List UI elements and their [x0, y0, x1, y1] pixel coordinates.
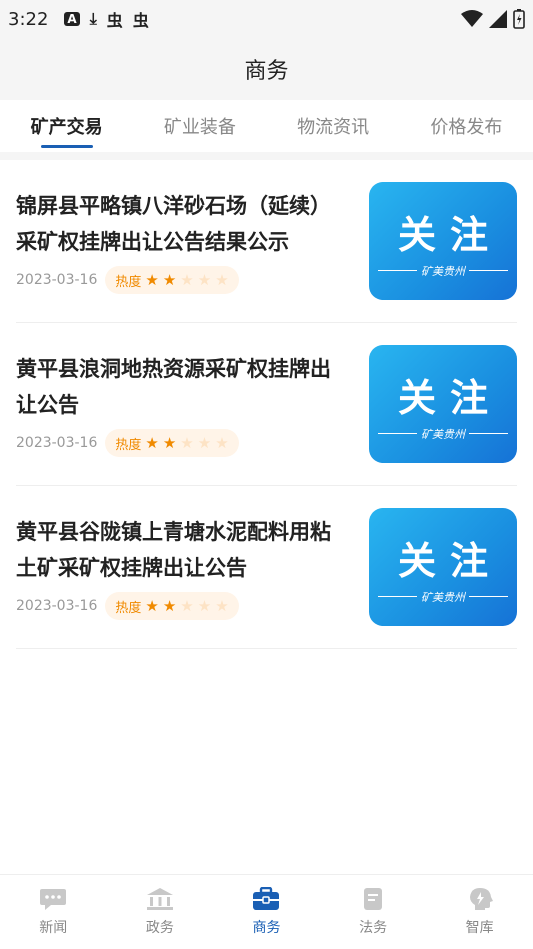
star-empty-icon: ★: [197, 433, 212, 452]
item-title-line: 土矿采矿权挂牌出让公告: [16, 556, 247, 580]
item-date: 2023-03-16: [16, 598, 98, 614]
divider: [469, 270, 508, 271]
thumbnail-logo-text: 关注: [397, 538, 502, 583]
document-icon: [359, 887, 387, 911]
item-thumbnail: 关注 矿美贵州: [369, 508, 517, 626]
tab-label: 价格发布: [430, 117, 503, 138]
tab-label: 物流资讯: [297, 117, 370, 138]
download-icon: ⤓: [89, 9, 97, 28]
bug-icon: 虫: [106, 11, 123, 30]
briefcase-icon: [252, 887, 280, 911]
divider: [378, 596, 417, 597]
status-bar: 3:22 A ⤓ 虫 虫: [0, 0, 533, 38]
item-meta: 2023-03-16 热度 ★ ★ ★ ★ ★: [16, 592, 355, 620]
item-title-line: 黄平县浪洞地热资源采矿权挂牌出: [16, 357, 331, 381]
page-header: 商务: [0, 38, 533, 100]
heat-label: 热度: [115, 600, 142, 616]
tab-mining-equipment[interactable]: 矿业装备: [133, 100, 266, 152]
item-meta: 2023-03-16 热度 ★ ★ ★ ★ ★: [16, 266, 355, 294]
wifi-icon: [461, 10, 483, 27]
star-empty-icon: ★: [197, 270, 212, 289]
tab-label: 矿业装备: [163, 117, 236, 138]
nav-item-business[interactable]: 商务: [213, 875, 320, 949]
star-filled-icon: ★: [145, 270, 159, 289]
item-title-line: 采矿权挂牌出让公告结果公示: [16, 230, 289, 254]
nav-label: 法务: [359, 920, 388, 936]
bottom-nav: 新闻 政务 商务 法务 智库: [0, 874, 533, 949]
status-notification-icons: A ⤓ 虫 虫: [64, 7, 149, 31]
item-text-area: 锦屏县平略镇八洋砂石场（延续） 采矿权挂牌出让公告结果公示 2023-03-16…: [16, 188, 369, 294]
divider: [469, 596, 508, 597]
nav-label: 新闻: [39, 920, 68, 936]
divider: [469, 433, 508, 434]
thumbnail-sub-text: 矿美贵州: [421, 264, 465, 278]
app-notification-icon: A: [64, 12, 80, 26]
nav-item-news[interactable]: 新闻: [0, 875, 107, 949]
star-filled-icon: ★: [162, 433, 177, 452]
signal-icon: [489, 10, 507, 28]
list-item[interactable]: 黄平县谷陇镇上青塘水泥配料用粘 土矿采矿权挂牌出让公告 2023-03-16 热…: [16, 486, 517, 649]
thumbnail-sub-row: 矿美贵州: [378, 263, 508, 279]
item-thumbnail: 关注 矿美贵州: [369, 345, 517, 463]
status-system-icons: [461, 9, 525, 29]
heat-badge: 热度 ★ ★ ★ ★ ★: [105, 592, 239, 620]
bug-icon: 虫: [132, 11, 149, 30]
item-title: 黄平县谷陇镇上青塘水泥配料用粘 土矿采矿权挂牌出让公告: [16, 514, 355, 586]
item-title: 锦屏县平略镇八洋砂石场（延续） 采矿权挂牌出让公告结果公示: [16, 188, 355, 260]
tab-mineral-trading[interactable]: 矿产交易: [0, 100, 133, 152]
thumbnail-sub-text: 矿美贵州: [421, 590, 465, 604]
heat-label: 热度: [115, 437, 142, 453]
news-list: 锦屏县平略镇八洋砂石场（延续） 采矿权挂牌出让公告结果公示 2023-03-16…: [0, 160, 533, 874]
status-time: 3:22: [8, 8, 49, 30]
item-date: 2023-03-16: [16, 272, 98, 288]
item-date: 2023-03-16: [16, 435, 98, 451]
star-empty-icon: ★: [180, 596, 194, 615]
star-filled-icon: ★: [162, 270, 177, 289]
item-meta: 2023-03-16 热度 ★ ★ ★ ★ ★: [16, 429, 355, 457]
chat-icon: [39, 887, 67, 911]
star-empty-icon: ★: [215, 433, 229, 452]
thumbnail-logo-text: 关注: [397, 212, 502, 257]
item-title-line: 黄平县谷陇镇上青塘水泥配料用粘: [16, 520, 331, 544]
item-title-line: 锦屏县平略镇八洋砂石场（延续）: [16, 194, 331, 218]
brain-icon: [466, 887, 494, 911]
star-empty-icon: ★: [180, 433, 194, 452]
star-filled-icon: ★: [145, 433, 159, 452]
list-item[interactable]: 锦屏县平略镇八洋砂石场（延续） 采矿权挂牌出让公告结果公示 2023-03-16…: [16, 160, 517, 323]
nav-item-legal[interactable]: 法务: [320, 875, 427, 949]
category-tabs: 矿产交易 矿业装备 物流资讯 价格发布: [0, 100, 533, 152]
tab-price-release[interactable]: 价格发布: [400, 100, 533, 152]
heat-label: 热度: [115, 274, 142, 290]
item-title: 黄平县浪洞地热资源采矿权挂牌出 让公告: [16, 351, 355, 423]
divider: [378, 270, 417, 271]
star-filled-icon: ★: [162, 596, 177, 615]
page-title: 商务: [244, 59, 289, 84]
tab-logistics-news[interactable]: 物流资讯: [267, 100, 400, 152]
item-text-area: 黄平县浪洞地热资源采矿权挂牌出 让公告 2023-03-16 热度 ★ ★ ★ …: [16, 351, 369, 457]
item-text-area: 黄平县谷陇镇上青塘水泥配料用粘 土矿采矿权挂牌出让公告 2023-03-16 热…: [16, 514, 369, 620]
star-empty-icon: ★: [180, 270, 194, 289]
star-empty-icon: ★: [215, 270, 229, 289]
tab-label: 矿产交易: [30, 117, 103, 138]
heat-badge: 热度 ★ ★ ★ ★ ★: [105, 266, 239, 294]
nav-label: 智库: [465, 920, 494, 936]
heat-badge: 热度 ★ ★ ★ ★ ★: [105, 429, 239, 457]
thumbnail-sub-row: 矿美贵州: [378, 426, 508, 442]
nav-item-government[interactable]: 政务: [107, 875, 214, 949]
thumbnail-logo-text: 关注: [397, 375, 502, 420]
item-thumbnail: 关注 矿美贵州: [369, 182, 517, 300]
star-empty-icon: ★: [215, 596, 229, 615]
star-empty-icon: ★: [197, 596, 212, 615]
nav-item-think-tank[interactable]: 智库: [426, 875, 533, 949]
list-item[interactable]: 黄平县浪洞地热资源采矿权挂牌出 让公告 2023-03-16 热度 ★ ★ ★ …: [16, 323, 517, 486]
battery-icon: [513, 9, 525, 29]
item-title-line: 让公告: [16, 393, 79, 417]
star-filled-icon: ★: [145, 596, 159, 615]
thumbnail-sub-row: 矿美贵州: [378, 589, 508, 605]
nav-label: 商务: [252, 920, 281, 936]
thumbnail-sub-text: 矿美贵州: [421, 427, 465, 441]
divider: [378, 433, 417, 434]
nav-label: 政务: [145, 920, 174, 936]
government-building-icon: [146, 887, 174, 911]
